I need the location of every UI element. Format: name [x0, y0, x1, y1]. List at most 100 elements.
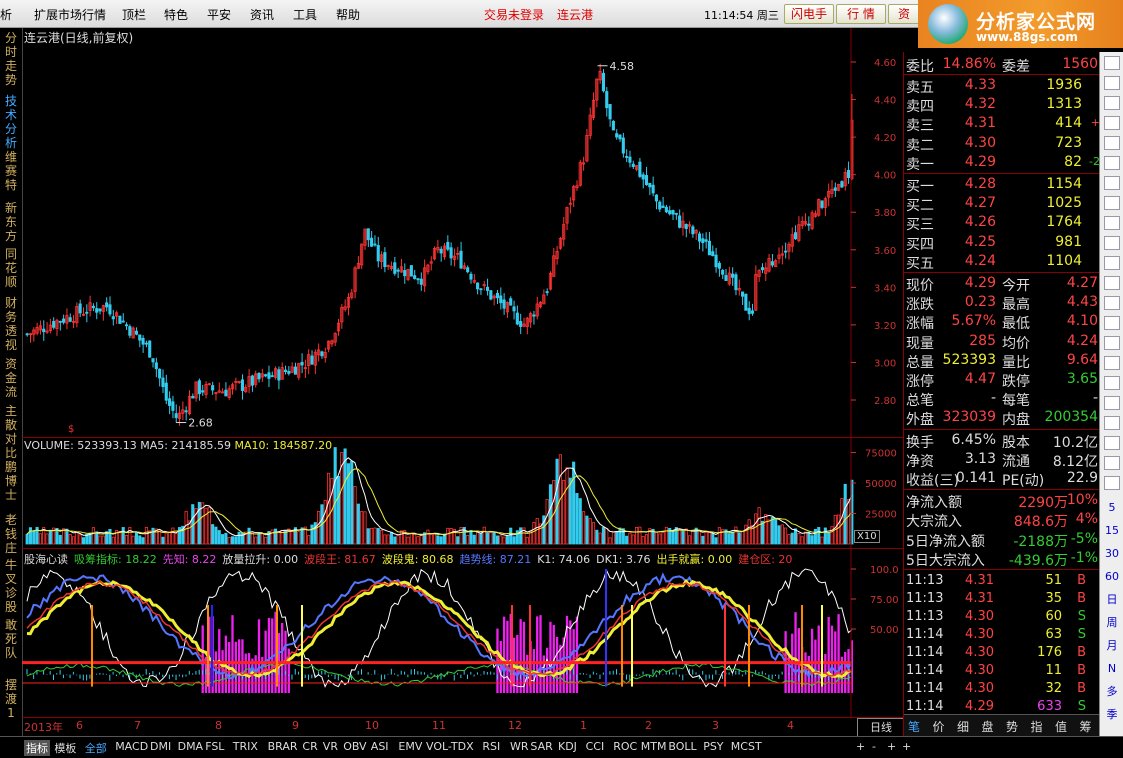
- login-status[interactable]: 交易未登录: [484, 6, 544, 23]
- sidebar-tab-5[interactable]: 财务透视: [2, 296, 20, 352]
- quote-tab-5[interactable]: 指: [1031, 718, 1043, 735]
- sidebar-tab-3[interactable]: 新东方: [2, 201, 20, 243]
- indicator-tab-13[interactable]: EMV: [398, 740, 422, 753]
- zoom-button-2[interactable]: +: [887, 740, 896, 753]
- indicator-tab-10[interactable]: VR: [323, 740, 338, 753]
- indicator-tab-24[interactable]: MCST: [731, 740, 762, 753]
- toolbar-icon[interactable]: [1104, 416, 1120, 430]
- toolbar-icon[interactable]: [1104, 156, 1120, 170]
- toolbar-icon[interactable]: [1104, 356, 1120, 370]
- toolbar-icon[interactable]: [1104, 116, 1120, 130]
- indicator-tab-3[interactable]: MACD: [115, 740, 148, 753]
- price-chart-pane[interactable]: 连云港(日线,前复权) 4.58 2.68 4.60 4.40 4.20 4.00 3.80…: [22, 28, 903, 438]
- indicator-tab-6[interactable]: FSL: [205, 740, 224, 753]
- zoom-button-1[interactable]: -: [872, 740, 876, 753]
- menu-item-1[interactable]: 扩展市场行情: [34, 6, 106, 23]
- menu-button-0[interactable]: 闪电手: [784, 4, 834, 24]
- indicator-tab-0[interactable]: 指标: [24, 740, 50, 756]
- indicator-tab-19[interactable]: CCI: [586, 740, 605, 753]
- sidebar-tab-11[interactable]: 敢死队: [2, 618, 20, 660]
- period-button-7[interactable]: N: [1103, 661, 1121, 677]
- sidebar-tab-12[interactable]: 摆渡1: [2, 678, 20, 720]
- sidebar-tab-10[interactable]: 牛叉诊股: [2, 558, 20, 614]
- quote-tab-7[interactable]: 筹: [1080, 718, 1092, 735]
- indicator-tab-16[interactable]: WR: [510, 740, 529, 753]
- indicator-tab-22[interactable]: BOLL: [668, 740, 696, 753]
- sidebar-tab-7[interactable]: 主散对比: [2, 404, 20, 460]
- toolbar-icon[interactable]: [1104, 216, 1120, 230]
- stat-value-2: 4.24: [1066, 332, 1098, 349]
- sidebar-tab-8[interactable]: 鹏博士: [2, 460, 20, 502]
- indicator-tab-1[interactable]: 模板: [54, 740, 76, 756]
- toolbar-icon[interactable]: [1104, 136, 1120, 150]
- sidebar-tab-4[interactable]: 同花顺: [2, 247, 20, 289]
- zoom-button-0[interactable]: +: [856, 740, 865, 753]
- menu-item-4[interactable]: 平安: [207, 6, 231, 23]
- indicator-tab-21[interactable]: MTM: [641, 740, 667, 753]
- period-button-3[interactable]: 60: [1103, 569, 1121, 585]
- period-button-9[interactable]: 季: [1103, 707, 1121, 723]
- sidebar-tab-1[interactable]: 技术分析: [2, 94, 20, 150]
- indicator-tab-5[interactable]: DMA: [178, 740, 204, 753]
- period-selector[interactable]: 日线: [857, 718, 905, 737]
- toolbar-icon[interactable]: [1104, 176, 1120, 190]
- toolbar-icon[interactable]: [1104, 196, 1120, 210]
- toolbar-icon[interactable]: [1104, 376, 1120, 390]
- indicator-tab-17[interactable]: SAR: [530, 740, 552, 753]
- menu-item-7[interactable]: 帮助: [336, 6, 360, 23]
- indicator-tab-2[interactable]: 全部: [85, 740, 107, 756]
- zoom-button-3[interactable]: +: [902, 740, 911, 753]
- sidebar-tab-9[interactable]: 老钱庄: [2, 513, 20, 555]
- menu-button-1[interactable]: 行 情: [836, 4, 886, 24]
- menu-item-0[interactable]: 析: [0, 6, 12, 23]
- toolbar-icon[interactable]: [1104, 96, 1120, 110]
- period-button-0[interactable]: 5: [1103, 500, 1121, 516]
- sidebar-tab-2[interactable]: 维赛特: [2, 150, 20, 192]
- toolbar-icon[interactable]: [1104, 276, 1120, 290]
- toolbar-icon[interactable]: [1104, 456, 1120, 470]
- menu-item-5[interactable]: 资讯: [250, 6, 274, 23]
- toolbar-icon[interactable]: [1104, 256, 1120, 270]
- indicator-tab-20[interactable]: ROC: [613, 740, 637, 753]
- menu-button-2[interactable]: 资: [888, 4, 920, 24]
- toolbar-icon[interactable]: [1104, 236, 1120, 250]
- indicator-tab-8[interactable]: BRAR: [268, 740, 298, 753]
- toolbar-icon[interactable]: [1104, 476, 1120, 490]
- sidebar-tab-6[interactable]: 资金流: [2, 357, 20, 399]
- period-button-1[interactable]: 15: [1103, 523, 1121, 539]
- quote-tab-4[interactable]: 势: [1006, 718, 1018, 735]
- quote-tab-0[interactable]: 笔: [908, 718, 920, 735]
- quote-tab-3[interactable]: 盘: [982, 718, 994, 735]
- period-button-6[interactable]: 月: [1103, 638, 1121, 654]
- indicator-tab-14[interactable]: VOL-TDX: [426, 740, 474, 753]
- period-button-8[interactable]: 多: [1103, 684, 1121, 700]
- menu-item-2[interactable]: 顶栏: [122, 6, 146, 23]
- quote-tab-1[interactable]: 价: [933, 718, 945, 735]
- volume-pane[interactable]: 75000 50000 25000 VOLUME: 523393.13 MA5: 2…: [22, 438, 903, 549]
- indicator-tab-12[interactable]: ASI: [371, 740, 389, 753]
- quote-tab-2[interactable]: 细: [957, 718, 969, 735]
- quote-tab-6[interactable]: 值: [1055, 718, 1067, 735]
- toolbar-icon[interactable]: [1104, 316, 1120, 330]
- toolbar-icon[interactable]: [1104, 296, 1120, 310]
- indicator-tab-9[interactable]: CR: [302, 740, 317, 753]
- toolbar-icon[interactable]: [1104, 76, 1120, 90]
- period-button-5[interactable]: 周: [1103, 615, 1121, 631]
- toolbar-icon[interactable]: [1104, 336, 1120, 350]
- sidebar-tab-0[interactable]: 分时走势: [2, 31, 20, 87]
- toolbar-icon[interactable]: [1104, 436, 1120, 450]
- menu-item-3[interactable]: 特色: [164, 6, 188, 23]
- indicator-tab-4[interactable]: DMI: [150, 740, 171, 753]
- menu-item-6[interactable]: 工具: [293, 6, 317, 23]
- indicator-tab-7[interactable]: TRIX: [233, 740, 258, 753]
- indicator-bar: [506, 620, 509, 693]
- indicator-tab-15[interactable]: RSI: [482, 740, 500, 753]
- indicator-tab-23[interactable]: PSY: [703, 740, 723, 753]
- toolbar-icon[interactable]: [1104, 396, 1120, 410]
- indicator-tab-18[interactable]: KDJ: [558, 740, 577, 753]
- indicator-tab-11[interactable]: OBV: [343, 740, 366, 753]
- period-button-2[interactable]: 30: [1103, 546, 1121, 562]
- indicator-pane[interactable]: 100.0 75.00 50.00 股海心读 吸筹指标: 18.22 先知: 8.22 放…: [22, 549, 903, 718]
- toolbar-icon[interactable]: [1104, 56, 1120, 70]
- period-button-4[interactable]: 日: [1103, 592, 1121, 608]
